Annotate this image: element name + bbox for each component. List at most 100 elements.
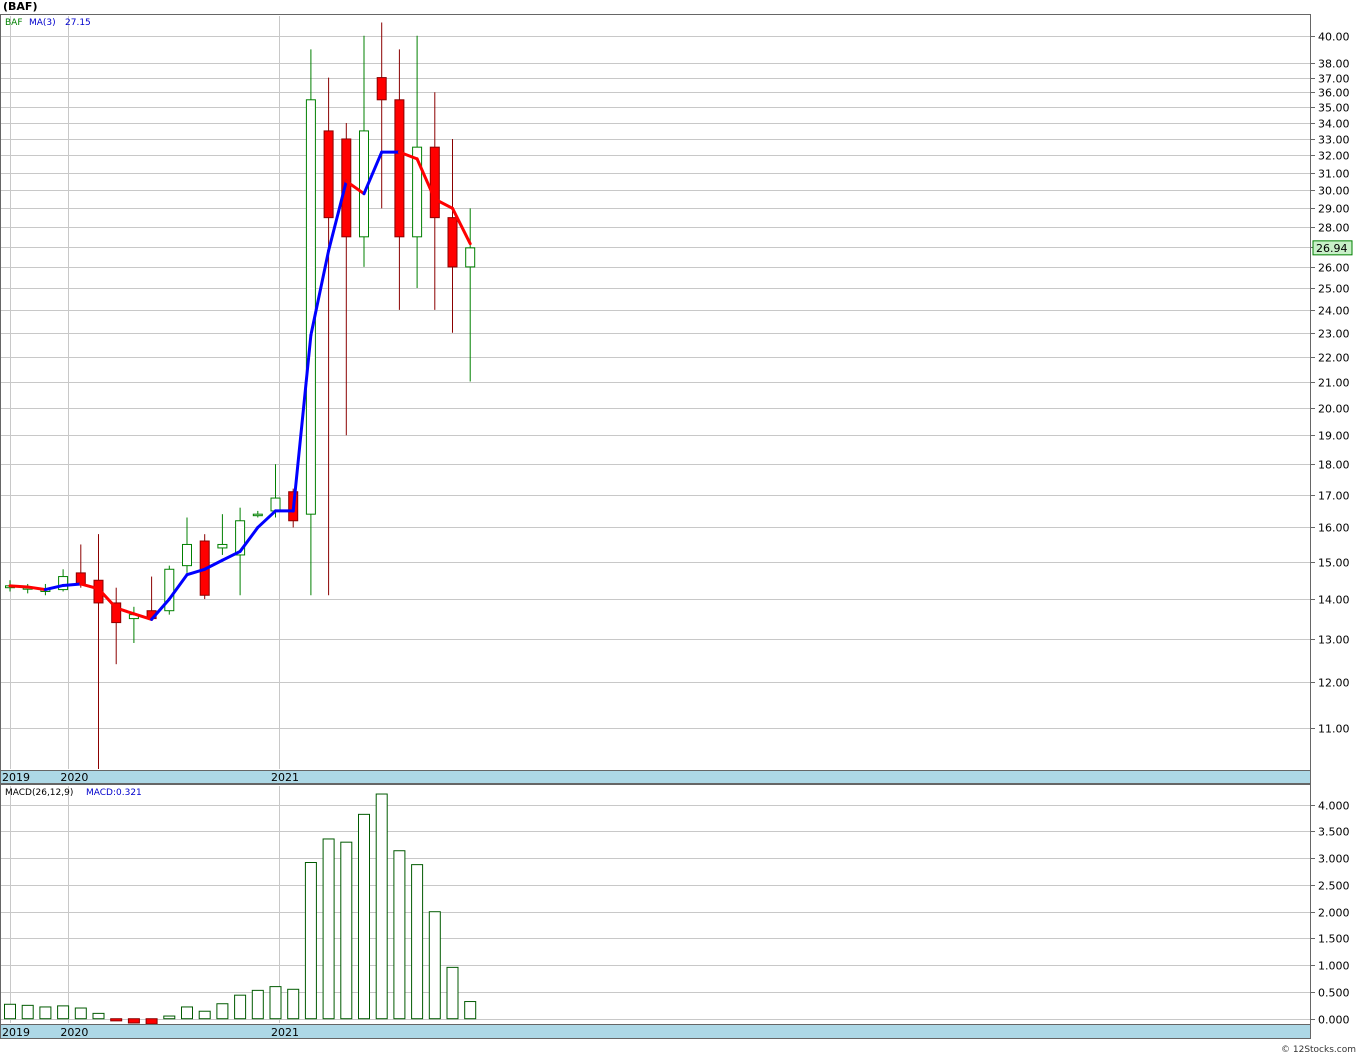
- macd-bar: [375, 793, 388, 1020]
- legend-ma-value: 27.15: [65, 18, 91, 28]
- macd-bar: [251, 989, 264, 1020]
- price-tick-label: 12.00: [1318, 677, 1350, 690]
- candle-body: [394, 99, 405, 238]
- price-tick-label: 23.00: [1318, 328, 1350, 341]
- ma-segment: [61, 582, 83, 587]
- price-axis: 11.00 12.00 13.00 14.00 15.00 16.00 17.00 18.00…: [1310, 31, 1350, 736]
- macd-tick-label: 0.500: [1318, 987, 1350, 1000]
- price-tick-label: 15.00: [1318, 557, 1350, 570]
- macd-bar: [21, 1004, 34, 1020]
- macd-bar: [198, 1010, 211, 1020]
- legend-ma-label: MA(3): [29, 18, 56, 28]
- candle-body: [305, 99, 316, 515]
- last-price-tag: 26.94: [1312, 240, 1353, 256]
- macd-bar: [322, 838, 335, 1020]
- macd-panel: [0, 784, 1311, 1025]
- price-tick-label: 37.00: [1318, 73, 1350, 86]
- stock-chart: 11.00 12.00 13.00 14.00 15.00 16.00 17.00 18.00…: [0, 0, 1356, 1055]
- price-tick-label: 21.00: [1318, 377, 1350, 390]
- price-tick-label: 13.00: [1318, 634, 1350, 647]
- date-label: 2020: [60, 1026, 88, 1039]
- macd-tick-label: 2.000: [1318, 907, 1350, 920]
- candle-body: [447, 217, 458, 268]
- chart-title: (BAF): [3, 0, 37, 13]
- candle-body: [465, 247, 476, 268]
- legend-macd-label: MACD(26,12,9): [5, 788, 73, 798]
- price-tick-label: 14.00: [1318, 594, 1350, 607]
- macd-bar: [304, 862, 317, 1020]
- price-tick-label: 22.00: [1318, 352, 1350, 365]
- macd-bar: [92, 1012, 105, 1020]
- date-label: 2021: [271, 1026, 299, 1039]
- price-tick-label: 18.00: [1318, 459, 1350, 472]
- price-tick-label: 31.00: [1318, 168, 1350, 181]
- price-tick-label: 17.00: [1318, 490, 1350, 503]
- macd-bar: [464, 1001, 477, 1020]
- macd-bar: [269, 986, 282, 1020]
- macd-tick-label: 1.000: [1318, 960, 1350, 973]
- watermark: © 12Stocks.com: [1281, 1045, 1356, 1055]
- macd-bar: [39, 1006, 52, 1020]
- macd-bar: [181, 1006, 193, 1020]
- macd-bar: [358, 813, 370, 1020]
- ma-segment: [8, 584, 30, 589]
- candle-body: [182, 543, 192, 567]
- price-panel: [0, 14, 1311, 771]
- candle-body: [323, 130, 334, 219]
- macd-bar: [234, 994, 247, 1020]
- candle-body: [270, 497, 281, 512]
- candle-body: [376, 77, 387, 101]
- last-price-text: 26.94: [1316, 242, 1348, 255]
- price-tick-label: 19.00: [1318, 430, 1350, 443]
- legend-symbol: BAF: [5, 18, 23, 28]
- candle-body: [75, 572, 86, 585]
- price-tick-label: 33.00: [1318, 134, 1350, 147]
- macd-bar: [216, 1003, 229, 1020]
- price-tick-label: 28.00: [1318, 222, 1350, 235]
- price-tick-label: 25.00: [1318, 283, 1350, 296]
- date-label: 2019: [2, 771, 30, 784]
- macd-tick-label: 0.000: [1318, 1014, 1350, 1027]
- price-tick-label: 16.00: [1318, 522, 1350, 535]
- macd-date-band: [0, 1024, 1311, 1039]
- price-tick-label: 29.00: [1318, 203, 1350, 216]
- macd-tick-label: 1.500: [1318, 933, 1350, 946]
- price-tick-label: 26.00: [1318, 262, 1350, 275]
- candle: [164, 565, 175, 615]
- macd-bar: [393, 850, 406, 1020]
- macd-bar: [446, 966, 459, 1020]
- macd-tick-label: 4.000: [1318, 800, 1350, 813]
- candle-body: [429, 146, 440, 219]
- price-tick-label: 24.00: [1318, 305, 1350, 318]
- macd-bar: [163, 1015, 176, 1020]
- macd-bar: [145, 1018, 158, 1025]
- macd-tick-label: 3.500: [1318, 826, 1350, 839]
- price-tick-label: 11.00: [1318, 723, 1350, 736]
- price-tick-label: 36.00: [1318, 87, 1350, 100]
- price-tick-label: 34.00: [1318, 118, 1350, 131]
- date-label: 2021: [271, 771, 299, 784]
- price-tick-label: 35.00: [1318, 102, 1350, 115]
- candle-body: [217, 543, 228, 549]
- price-tick-label: 30.00: [1318, 185, 1350, 198]
- macd-tick-label: 3.000: [1318, 853, 1350, 866]
- macd-axis: 0.000 0.500 1.000 1.500 2.000 2.500 3.000 3.500…: [1310, 800, 1350, 1027]
- price-tick-label: 38.00: [1318, 58, 1350, 71]
- macd-bar: [411, 864, 424, 1020]
- price-tick-label: 20.00: [1318, 403, 1350, 416]
- date-label: 2020: [60, 771, 88, 784]
- candle-body: [252, 513, 263, 517]
- macd-bar: [4, 1003, 16, 1020]
- price-tick-label: 40.00: [1318, 31, 1350, 44]
- date-label: 2019: [2, 1026, 30, 1039]
- price-tick-label: 32.00: [1318, 150, 1350, 163]
- macd-bar: [74, 1007, 87, 1020]
- macd-bar: [127, 1018, 140, 1024]
- price-date-band: [0, 770, 1311, 784]
- macd-bar: [110, 1018, 123, 1022]
- macd-bar: [57, 1005, 70, 1020]
- legend-macd-value: MACD:0.321: [86, 788, 142, 798]
- macd-bar: [428, 911, 441, 1020]
- macd-bar: [287, 988, 300, 1020]
- macd-bar: [340, 841, 353, 1020]
